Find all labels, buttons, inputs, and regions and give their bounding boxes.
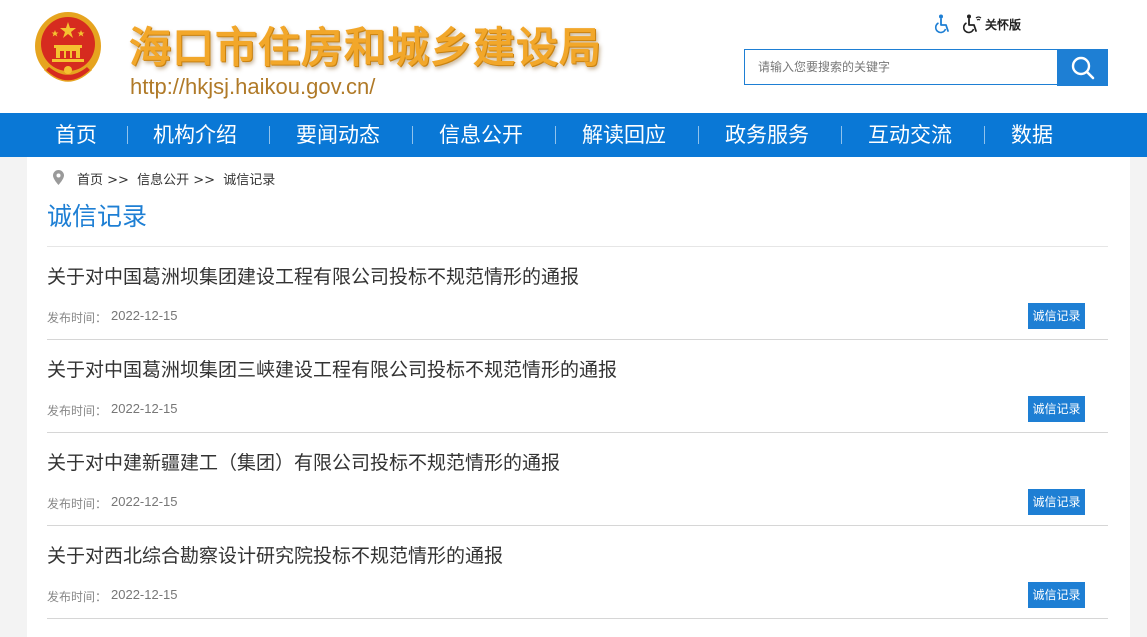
publish-date: 2022-12-15 <box>111 401 178 416</box>
breadcrumb-home[interactable]: 首页 <box>77 173 103 188</box>
site-title: 海口市住房和城乡建设局 <box>129 23 603 72</box>
nav-item-info-disclosure[interactable]: 信息公开 <box>439 113 523 157</box>
publish-date: 2022-12-15 <box>111 587 178 602</box>
nav-item-interaction[interactable]: 互动交流 <box>868 113 952 157</box>
article-title-link[interactable]: 关于对中国葛洲坝集团建设工程有限公司投标不规范情形的通报 <box>47 262 579 289</box>
search-input[interactable] <box>745 50 1058 84</box>
care-mode-link[interactable]: 关怀版 <box>985 16 1021 33</box>
category-tag-button[interactable]: 诚信记录 <box>1028 303 1085 329</box>
list-item: 关于对西北综合勘察设计研究院投标不规范情形的通报 发布时间： 2022-12-1… <box>47 526 1108 619</box>
nav-separator <box>412 126 413 144</box>
publish-date: 2022-12-15 <box>111 494 178 509</box>
nav-separator <box>127 126 128 144</box>
list-item: 关于对中建新疆建工（集团）有限公司投标不规范情形的通报 发布时间： 2022-1… <box>47 433 1108 526</box>
publish-date-label: 发布时间： <box>47 590 108 604</box>
nav-item-data[interactable]: 数据 <box>1011 113 1053 157</box>
publish-date: 2022-12-15 <box>111 308 178 323</box>
nav-separator <box>984 126 985 144</box>
wheelchair-accessibility-icon[interactable] <box>933 14 953 34</box>
site-header: 海口市住房和城乡建设局 http://hkjsj.haikou.gov.cn/ … <box>0 0 1147 113</box>
nav-item-interpretation[interactable]: 解读回应 <box>582 113 666 157</box>
breadcrumb-separator: >> <box>193 173 216 188</box>
site-url[interactable]: http://hkjsj.haikou.gov.cn/ <box>130 74 375 100</box>
nav-separator <box>698 126 699 144</box>
article-title-link[interactable]: 关于对中国葛洲坝集团三峡建设工程有限公司投标不规范情形的通报 <box>47 355 617 382</box>
search-box <box>744 49 1058 85</box>
article-title-link[interactable]: 关于对中建新疆建工（集团）有限公司投标不规范情形的通报 <box>47 448 560 475</box>
article-title-link[interactable]: 关于对西北综合勘察设计研究院投标不规范情形的通报 <box>47 541 503 568</box>
publish-date-label: 发布时间： <box>47 497 108 511</box>
category-tag-button[interactable]: 诚信记录 <box>1028 489 1085 515</box>
nav-item-about[interactable]: 机构介绍 <box>153 113 237 157</box>
nav-separator <box>269 126 270 144</box>
category-tag-button[interactable]: 诚信记录 <box>1028 396 1085 422</box>
main-nav: 首页 机构介绍 要闻动态 信息公开 解读回应 政务服务 互动交流 数据 <box>0 113 1147 157</box>
page-title: 诚信记录 <box>47 202 148 231</box>
list-item: 关于对中国葛洲坝集团建设工程有限公司投标不规范情形的通报 发布时间： 2022-… <box>47 247 1108 340</box>
nav-separator <box>555 126 556 144</box>
nav-separator <box>841 126 842 144</box>
list-item: 关于对中国葛洲坝集团三峡建设工程有限公司投标不规范情形的通报 发布时间： 202… <box>47 340 1108 433</box>
search-icon <box>1071 56 1094 79</box>
category-tag-button[interactable]: 诚信记录 <box>1028 582 1085 608</box>
breadcrumb-separator: >> <box>107 173 129 188</box>
national-emblem-icon <box>35 12 101 82</box>
nav-item-home[interactable]: 首页 <box>55 113 97 157</box>
location-pin-icon <box>53 170 64 185</box>
breadcrumb: 首页 >> 信息公开 >> 诚信记录 <box>77 169 275 188</box>
main-content: 首页 >> 信息公开 >> 诚信记录 诚信记录 关于对中国葛洲坝集团建设工程有限… <box>27 157 1130 637</box>
publish-date-label: 发布时间： <box>47 311 108 325</box>
elderly-care-icon[interactable] <box>962 14 984 34</box>
nav-item-services[interactable]: 政务服务 <box>725 113 809 157</box>
breadcrumb-current[interactable]: 诚信记录 <box>223 173 275 188</box>
publish-date-label: 发布时间： <box>47 404 108 418</box>
nav-item-news[interactable]: 要闻动态 <box>296 113 380 157</box>
search-button[interactable] <box>1057 49 1108 86</box>
breadcrumb-info-disclosure[interactable]: 信息公开 <box>137 173 189 188</box>
